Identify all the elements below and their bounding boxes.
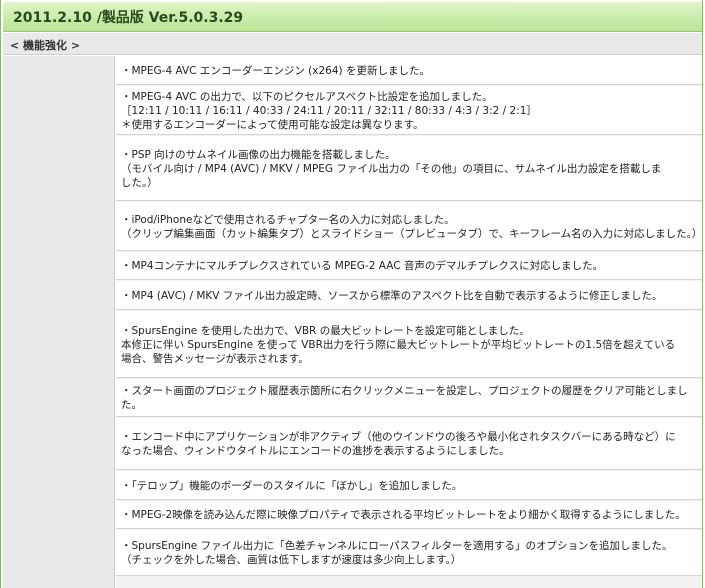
change-item: ・MP4 (AVC) / MKV ファイル出力設定時、ソースから標準のアスペクト… (116, 281, 702, 310)
change-item: ・iPod/iPhoneなどで使用されるチャプター名の入力に対応しました。 （クリ… (116, 202, 702, 251)
change-item: ・スタート画面のプロジェクト履歴表示箇所に右クリックメニューを設定し、プロジェク… (116, 379, 702, 417)
change-item-text: ・スタート画面のプロジェクト履歴表示箇所に右クリックメニューを設定し、プロジェク… (121, 385, 688, 397)
changes-list: ・MPEG-4 AVC エンコーダーエンジン (x264) を更新しました。・M… (116, 56, 702, 588)
change-item-text: ・「テロップ」機能のボーダーのスタイルに「ぼかし」を追加しました。 (121, 480, 463, 492)
change-item-text: ・SpursEngine ファイル出力に「色差チャンネルにローパスフィルターを適… (121, 540, 673, 552)
change-item-text: した。） (121, 177, 158, 189)
change-item-text: （モバイル向け / MP4 (AVC) / MKV / MPEG ファイル出力の… (121, 163, 662, 175)
change-item-text: ・SpursEngine を使用した出力で、VBR の最大ビットレートを設定可能… (121, 325, 530, 337)
change-item-text: ［12:11 / 10:11 / 16:11 / 40:33 / 24:11 /… (121, 105, 537, 117)
change-item-text: 場合、警告メッセージが表示されます。 (121, 353, 309, 365)
change-item-text: ・iPod/iPhoneなどで使用されるチャプター名の入力に対応しました。 (121, 214, 455, 226)
change-item: ・SpursEngine ファイル出力に「色差チャンネルにローパスフィルターを適… (116, 530, 702, 576)
change-item-text: ＊使用するエンコーダーによって使用可能な設定は異なります。 (121, 119, 424, 131)
change-item-text: （チェックを外した場合、画質は低下しますが速度は多少向上します。） (121, 554, 462, 566)
change-item: ・MPEG-4 AVC の出力で、以下のピクセルアスペクト比設定を追加しました。… (116, 86, 702, 135)
change-item-text: （クリップ編集画面（カット編集タブ）とスライドショー（プレビュータブ）で、キーフ… (121, 228, 702, 240)
category-label: < 機能強化 > (10, 39, 81, 52)
change-item: ・SpursEngine を使用した出力で、VBR の最大ビットレートを設定可能… (116, 311, 702, 378)
version-header: 2011.2.10 /製品版 Ver.5.0.3.29 (3, 2, 702, 32)
version-title: 2011.2.10 /製品版 Ver.5.0.3.29 (13, 10, 244, 26)
change-item-text: た。 (121, 399, 142, 411)
change-item: ・「テロップ」機能のボーダーのスタイルに「ぼかし」を追加しました。 (116, 471, 702, 500)
change-item: ・MP4コンテナにマルチプレクスされている MPEG-2 AAC 音声のデマルチ… (116, 252, 702, 280)
change-item-text: ・MPEG-4 AVC の出力で、以下のピクセルアスペクト比設定を追加しました。 (121, 91, 493, 103)
category-column (3, 56, 115, 588)
change-item-text: ・エンコード中にアプリケーションが非アクティブ（他のウインドウの後ろや最小化され… (121, 431, 676, 443)
release-notes-panel: 2011.2.10 /製品版 Ver.5.0.3.29 < 機能強化 > ・MP… (0, 0, 703, 588)
change-item: ・エンコード中にアプリケーションが非アクティブ（他のウインドウの後ろや最小化され… (116, 418, 702, 470)
change-item-text: なった場合、ウィンドウタイトルにエンコードの進捗を表示するようにしました。 (121, 445, 510, 457)
change-item: ・MPEG-4 AVC エンコーダーエンジン (x264) を更新しました。 (116, 56, 702, 85)
change-item-text: ・MP4 (AVC) / MKV ファイル出力設定時、ソースから標準のアスペクト… (121, 290, 663, 302)
change-item-text: ・MP4コンテナにマルチプレクスされている MPEG-2 AAC 音声のデマルチ… (121, 260, 604, 272)
category-bar: < 機能強化 > (3, 33, 702, 55)
change-item-text: ・PSP 向けのサムネイル画像の出力機能を搭載しました。 (121, 149, 396, 161)
change-item-text: 本修正に伴い SpursEngine を使って VBR出力を行う際に最大ビットレ… (121, 339, 676, 351)
change-item: ・MPEG-2映像を読み込んだ際に映像プロパティで表示される平均ビットレートをよ… (116, 501, 702, 529)
change-item-text: ・MPEG-2映像を読み込んだ際に映像プロパティで表示される平均ビットレートをよ… (121, 509, 686, 521)
change-item-text: ・MPEG-4 AVC エンコーダーエンジン (x264) を更新しました。 (121, 65, 430, 77)
change-item: ・PSP 向けのサムネイル画像の出力機能を搭載しました。 （モバイル向け / MP… (116, 136, 702, 201)
